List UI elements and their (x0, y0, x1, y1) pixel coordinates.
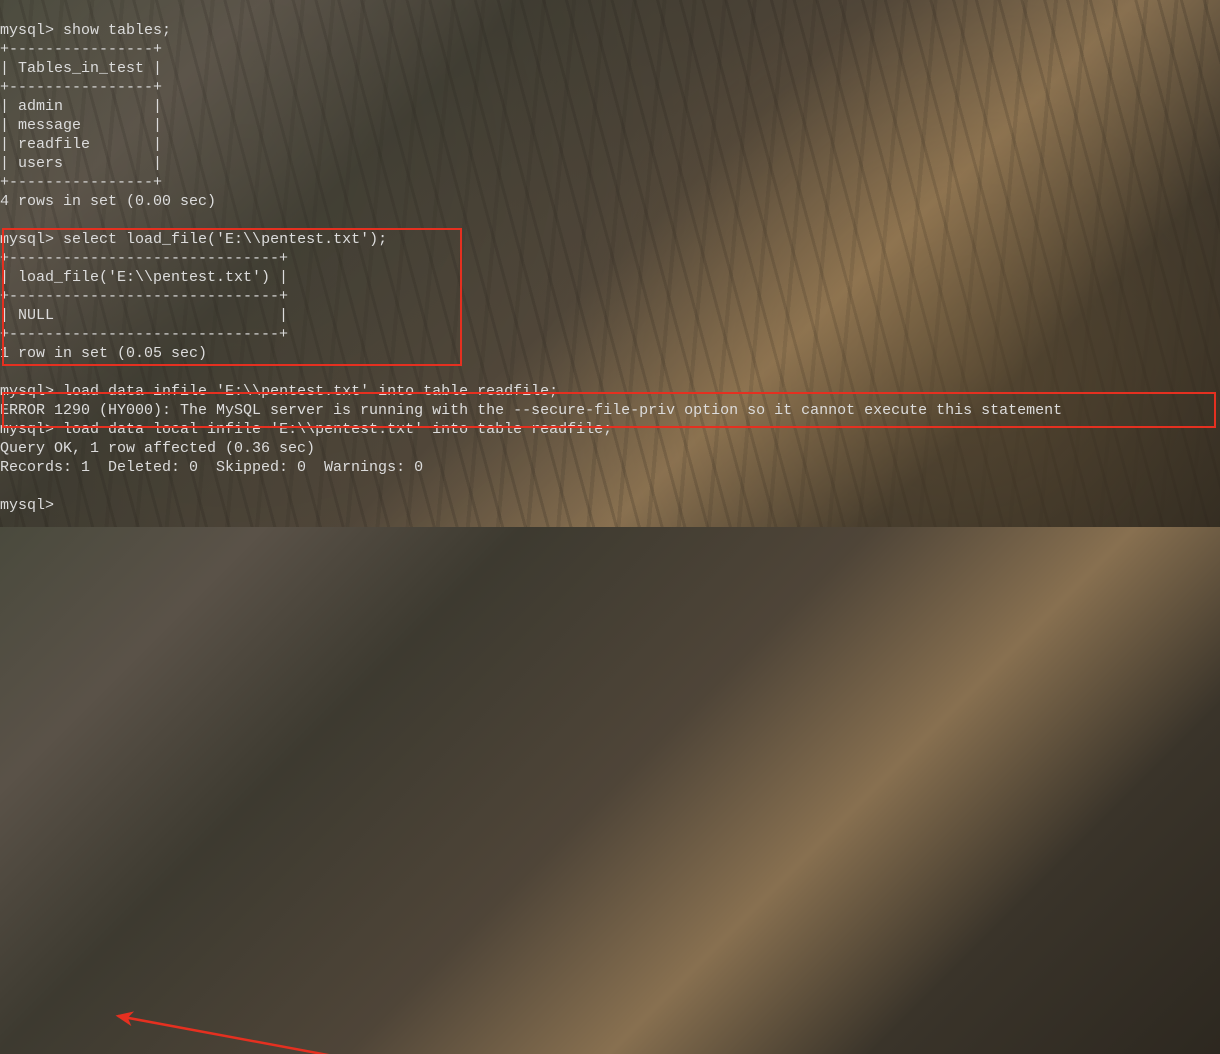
summary-show-tables: 4 rows in set (0.00 sec) (0, 193, 216, 210)
prompt: mysql> (0, 383, 54, 400)
result-query-ok: Query OK, 1 row affected (0.36 sec) (0, 440, 315, 457)
cmd-load-data: load data infile 'E:\\pentest.txt' into … (63, 383, 558, 400)
annotation-arrow (0, 534, 1220, 1054)
prompt: mysql> (0, 231, 54, 248)
prompt: mysql> (0, 22, 54, 39)
cmd-show-tables: show tables; (63, 22, 171, 39)
terminal-output: mysql> show tables; +----------------+ |… (0, 21, 1220, 515)
prompt: mysql> (0, 421, 54, 438)
result-records: Records: 1 Deleted: 0 Skipped: 0 Warning… (0, 459, 423, 476)
summary-load-file: 1 row in set (0.05 sec) (0, 345, 207, 362)
cmd-load-file: select load_file('E:\\pentest.txt'); (63, 231, 387, 248)
prompt: mysql> (0, 497, 54, 514)
cmd-load-data-local: load data local infile 'E:\\pentest.txt'… (63, 421, 612, 438)
error-1290: ERROR 1290 (HY000): The MySQL server is … (0, 402, 1062, 419)
mysql-terminal[interactable]: mysql> show tables; +----------------+ |… (0, 0, 1220, 534)
